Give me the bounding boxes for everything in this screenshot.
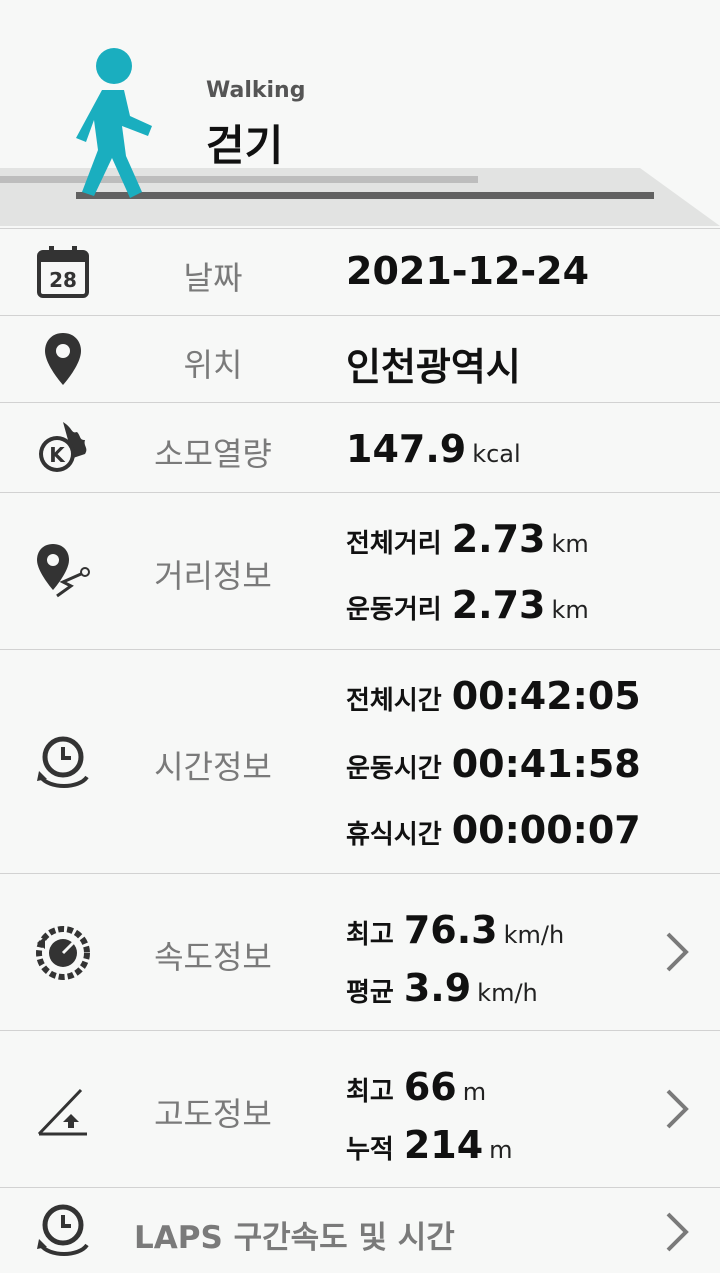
location-row: 위치 인천광역시 — [0, 315, 720, 402]
max-altitude-label: 최고 — [346, 1077, 394, 1107]
total-distance-label: 전체거리 — [346, 529, 442, 559]
exercise-distance-label: 운동거리 — [346, 595, 442, 625]
laps-clock-icon — [28, 1196, 98, 1266]
total-distance-value: 2.73 — [451, 517, 546, 561]
total-time-value: 00:42:05 — [451, 674, 641, 718]
exercise-distance-unit: km — [551, 596, 589, 624]
chevron-right-icon[interactable] — [662, 930, 692, 974]
chevron-right-icon[interactable] — [662, 1087, 692, 1131]
calorie-flame-icon: K — [28, 413, 98, 483]
walking-person-icon — [76, 48, 152, 198]
location-label: 위치 — [183, 346, 243, 384]
exercise-time-label: 운동시간 — [346, 754, 442, 784]
calendar-icon: 28 — [28, 237, 98, 307]
altitude-label: 고도정보 — [154, 1095, 272, 1133]
calories-row: K 소모열량 147.9 kcal — [0, 402, 720, 492]
altitude-row[interactable]: 고도정보 최고 66 m 누적 214 m — [0, 1030, 720, 1187]
chevron-right-icon[interactable] — [662, 1210, 692, 1254]
rest-time-value: 00:00:07 — [451, 808, 641, 852]
time-row: 시간정보 전체시간 00:42:05 운동시간 00:41:58 휴식시간 00:00… — [0, 649, 720, 873]
location-value: 인천광역시 — [346, 345, 521, 389]
clock-icon — [28, 728, 98, 798]
activity-title: 걷기 — [206, 121, 284, 170]
cumulative-altitude-value: 214 — [403, 1123, 484, 1167]
date-value: 2021-12-24 — [346, 249, 590, 293]
svg-text:28: 28 — [49, 268, 77, 292]
speed-row[interactable]: 속도정보 최고 76.3 km/h 평균 3.9 km/h — [0, 873, 720, 1030]
total-time-label: 전체시간 — [346, 686, 442, 716]
total-distance-unit: km — [551, 530, 589, 558]
distance-route-icon — [28, 537, 98, 607]
max-altitude-value: 66 — [403, 1065, 457, 1109]
exercise-time-value: 00:41:58 — [451, 742, 641, 786]
calories-unit: kcal — [472, 440, 521, 468]
rest-time-label: 휴식시간 — [346, 820, 442, 850]
calories-value: 147.9 — [346, 427, 467, 471]
max-speed-value: 76.3 — [403, 908, 498, 952]
speed-label: 속도정보 — [154, 938, 272, 976]
distance-row: 거리정보 전체거리 2.73 km 운동거리 2.73 km — [0, 492, 720, 649]
cumulative-altitude-unit: m — [489, 1136, 513, 1164]
max-speed-label: 최고 — [346, 920, 394, 950]
cumulative-altitude-label: 누적 — [346, 1135, 394, 1165]
max-speed-unit: km/h — [503, 921, 565, 949]
exercise-distance-value: 2.73 — [451, 583, 546, 627]
avg-speed-unit: km/h — [477, 979, 538, 1007]
laps-row[interactable]: LAPS 구간속도 및 시간 — [0, 1187, 720, 1273]
activity-header: Walking 걷기 — [0, 0, 720, 228]
location-pin-icon — [28, 324, 98, 394]
laps-label: LAPS 구간속도 및 시간 — [134, 1220, 455, 1256]
activity-subtitle: Walking — [206, 78, 306, 103]
calories-label: 소모열량 — [154, 435, 272, 473]
avg-speed-value: 3.9 — [403, 966, 472, 1010]
max-altitude-unit: m — [462, 1078, 487, 1106]
avg-speed-label: 평균 — [346, 978, 394, 1008]
svg-text:K: K — [49, 443, 66, 467]
speedometer-icon — [28, 918, 98, 988]
altitude-slope-icon — [28, 1075, 98, 1145]
date-row: 28 날짜 2021-12-24 — [0, 228, 720, 315]
distance-label: 거리정보 — [154, 557, 272, 595]
date-label: 날짜 — [183, 259, 243, 297]
time-label: 시간정보 — [154, 748, 272, 786]
